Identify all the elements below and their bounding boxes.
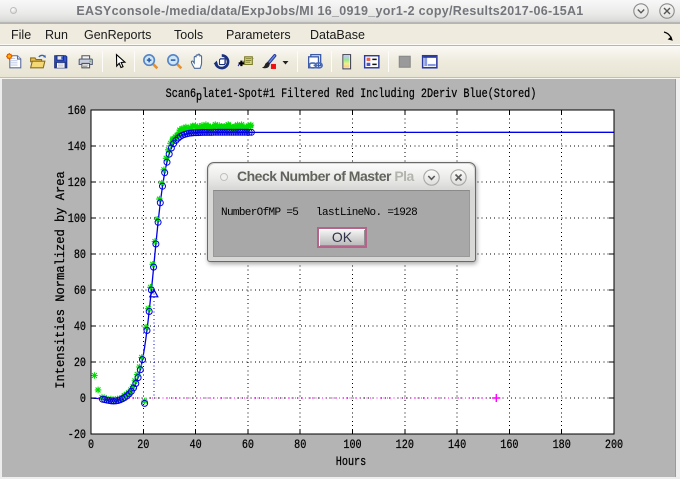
svg-text:180: 180 [553, 438, 571, 452]
svg-text:140: 140 [68, 140, 86, 154]
svg-text:0: 0 [80, 392, 86, 406]
svg-text:40: 40 [74, 320, 86, 334]
svg-text:80: 80 [74, 248, 86, 262]
svg-text:60: 60 [74, 284, 86, 298]
svg-text:Scan6plate1-Spot#1 Filtered Re: Scan6plate1-Spot#1 Filtered Red Includin… [166, 87, 537, 104]
svg-text:Intensities Normalized by Area: Intensities Normalized by Area [54, 171, 68, 389]
svg-text:160: 160 [68, 104, 86, 118]
svg-text:20: 20 [137, 438, 149, 452]
svg-text:20: 20 [74, 356, 86, 370]
svg-text:100: 100 [343, 438, 361, 452]
svg-text:160: 160 [500, 438, 518, 452]
svg-text:-20: -20 [68, 428, 86, 442]
svg-text:100: 100 [68, 212, 86, 226]
svg-text:120: 120 [396, 438, 414, 452]
svg-text:200: 200 [605, 438, 623, 452]
svg-text:0: 0 [88, 438, 94, 452]
svg-text:60: 60 [242, 438, 254, 452]
svg-text:140: 140 [448, 438, 466, 452]
svg-text:120: 120 [68, 176, 86, 190]
svg-text:40: 40 [190, 438, 202, 452]
svg-text:Hours: Hours [336, 455, 366, 469]
svg-text:80: 80 [294, 438, 306, 452]
